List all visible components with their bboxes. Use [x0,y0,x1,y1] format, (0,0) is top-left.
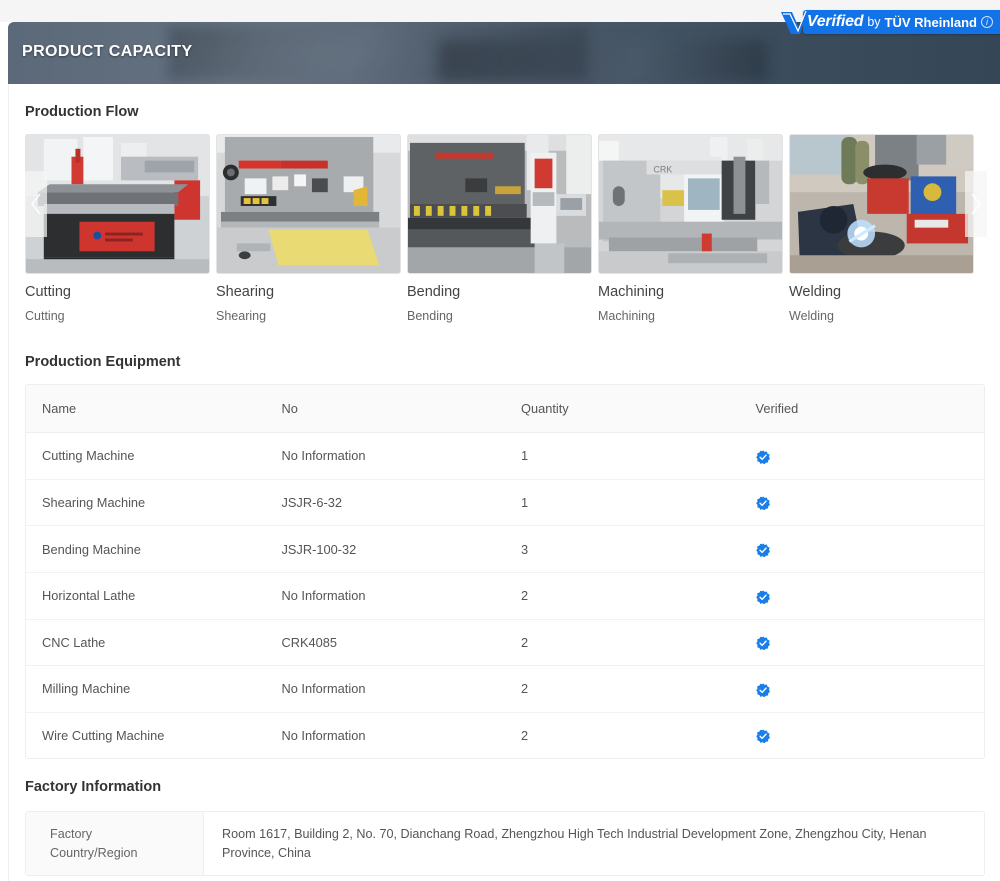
cell-name: Milling Machine [26,665,266,713]
verified-badge-icon [755,543,770,557]
table-body: Cutting Machine No Information 1 Shearin… [26,432,984,759]
production-flow-track: Cutting Cutting Shearing Shearing Bendin… [25,134,985,324]
table-row: CNC Lathe CRK4085 2 [26,619,984,667]
cell-quantity: 1 [505,479,740,527]
cell-quantity: 2 [505,619,740,667]
cell-no: No Information [265,432,506,480]
flow-name: Bending [407,284,461,300]
info-icon[interactable]: i [981,16,993,28]
cell-name: Shearing Machine [26,479,266,527]
verified-badge-icon [755,683,770,697]
table-row: Cutting Machine No Information 1 [26,432,984,480]
product-capacity-page: Verified by TÜV Rheinland i PRODUCT CAPA… [0,0,1000,881]
chevron-right-icon [970,193,982,215]
factory-information-panel: Factory Country/Region Room 1617, Buildi… [25,811,985,876]
carousel-prev-button[interactable] [25,171,47,237]
cell-verified [739,525,984,573]
table-head: Name No Quantity Verified [26,385,984,433]
table-row: Wire Cutting Machine No Information 2 [26,712,984,758]
cell-quantity: 2 [521,728,529,744]
flow-thumb-bending[interactable] [407,134,592,274]
flow-item-bending[interactable]: Bending Bending [407,134,598,324]
cell-quantity: 2 [505,572,740,620]
verified-by-label: by [867,14,881,29]
cell-verified [739,572,984,620]
flow-name: Cutting [25,284,71,300]
column-header-no: No [265,385,506,433]
verified-badge-icon [755,589,770,604]
flow-desc: Shearing [216,308,267,323]
cell-verified [739,479,984,527]
carousel-next-button[interactable] [965,171,987,237]
table-row: Bending Machine JSJR-100-32 3 [26,525,984,573]
cell-no: No Information [265,572,506,620]
cell-verified [739,665,984,713]
table-row: Milling Machine No Information 2 [26,665,984,713]
column-header-name: Name [26,385,266,433]
cell-quantity: 3 [505,525,740,573]
tuv-verified-badge[interactable]: Verified by TÜV Rheinland i [779,9,1000,35]
banner-photo-overlay-2 [438,40,768,82]
cell-no: JSJR-6-32 [265,479,506,527]
flow-item-cutting[interactable]: Cutting Cutting [25,134,216,324]
factory-info-label: Factory Country/Region [26,812,204,875]
verified-badge-icon [755,496,770,511]
flow-thumb-welding[interactable] [789,134,974,274]
factory-information-title: Factory Information [25,779,162,796]
factory-label-line2: Country/Region [50,845,138,860]
factory-address-value: Room 1617, Building 2, No. 70, Dianchang… [222,827,927,860]
verified-label: Verified [806,13,864,30]
cell-verified [739,619,984,667]
production-flow-carousel: Cutting Cutting Shearing Shearing Bendin… [25,134,987,334]
cell-name: CNC Lathe [26,619,266,667]
cell-name: Cutting Machine [26,432,266,480]
cell-name: Wire Cutting Machine [42,728,165,744]
production-equipment-table: Name No Quantity Verified Cutting Machin… [26,385,984,758]
flow-name: Machining [598,284,665,300]
content-card: Production Flow Cutting Cutting Shearing… [8,84,1000,881]
table-row: Horizontal Lathe No Information 2 [26,572,984,620]
flow-item-machining[interactable]: CRK Machining Machining [598,134,789,324]
cell-quantity: 2 [505,665,740,713]
cell-verified [740,712,984,758]
chevron-left-icon [30,193,42,215]
verified-org-label: TÜV Rheinland [884,14,977,30]
production-flow-title: Production Flow [25,104,139,120]
page-title: PRODUCT CAPACITY [22,43,193,60]
flow-name: Welding [789,284,842,300]
production-equipment-table-wrapper: Name No Quantity Verified Cutting Machin… [25,384,985,760]
flow-desc: Machining [598,308,655,323]
table-header-row: Name No Quantity Verified [26,385,984,433]
column-header-quantity: Quantity [505,385,740,433]
flow-name: Shearing [216,284,275,300]
flow-thumb-cutting[interactable] [25,134,210,274]
flow-item-welding[interactable]: Welding Welding [789,134,980,324]
cell-no: No Information [281,728,366,744]
flow-item-shearing[interactable]: Shearing Shearing [216,134,407,324]
verified-badge-icon [755,729,770,744]
flow-thumb-machining[interactable]: CRK [598,134,783,274]
flow-thumb-shearing[interactable] [216,134,401,274]
cell-name: Horizontal Lathe [26,572,266,620]
flow-desc: Cutting [25,308,65,323]
production-equipment-title: Production Equipment [25,354,181,370]
verified-badge-icon [755,449,770,464]
column-header-verified: Verified [739,385,984,433]
svg-text:CRK: CRK [653,164,672,174]
cell-no: CRK4085 [265,619,506,667]
verified-badge-icon [755,636,770,651]
cell-name: Bending Machine [26,525,266,573]
cell-quantity: 1 [505,432,740,480]
factory-label-line1: Factory [50,827,92,842]
flow-desc: Welding [789,308,834,323]
cell-no: No Information [265,665,506,713]
flow-desc: Bending [407,308,453,323]
cell-verified [739,432,984,480]
cell-no: JSJR-100-32 [265,525,506,573]
tuv-badge-bar: Verified by TÜV Rheinland i [802,10,1000,34]
check-icon [779,9,809,35]
table-row: Shearing Machine JSJR-6-32 1 [26,479,984,527]
